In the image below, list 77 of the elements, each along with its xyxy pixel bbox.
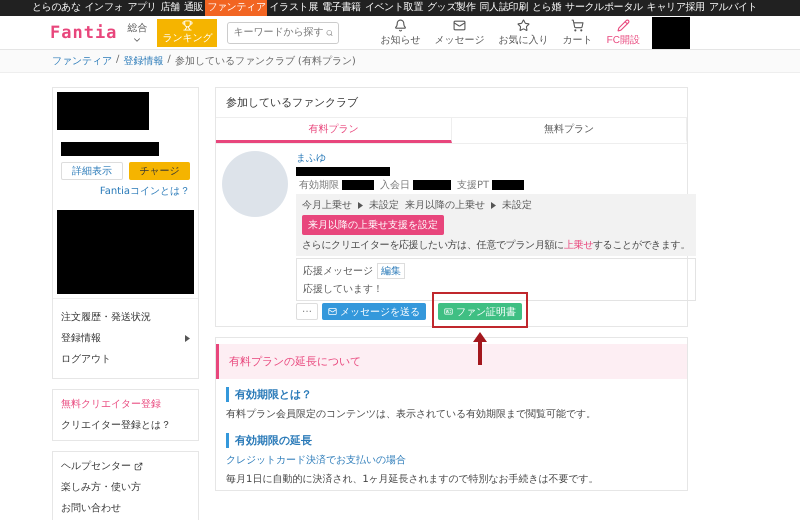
top-nav-link[interactable]: とらのあな — [30, 0, 83, 16]
support-message: 応援しています！ — [303, 282, 384, 296]
sidebar-menu-item[interactable]: 楽しみ方・使い方 — [53, 477, 198, 498]
top-nav-link[interactable]: インフォ — [82, 0, 126, 16]
top-nav-link[interactable]: イラスト展 — [267, 0, 320, 16]
fc-open-button[interactable]: FC開設 — [604, 18, 642, 46]
header-nav-button[interactable]: お知らせ — [378, 18, 423, 46]
edit-button[interactable]: 編集 — [377, 263, 405, 279]
topup-value: 未設定 — [369, 198, 399, 212]
sidebar-menu-item[interactable]: ログアウト — [53, 349, 198, 370]
topup-note: さらにクリエイターを応援したい方は、任意でプラン月額に上乗せすることができます。 — [302, 238, 690, 252]
top-nav-link[interactable]: アプリ — [125, 0, 158, 16]
redacted-block — [492, 180, 524, 190]
redacted-block — [342, 180, 374, 190]
meta-label: 支援PT — [457, 178, 490, 192]
meta-label: 入会日 — [380, 178, 410, 192]
redacted-block — [413, 180, 451, 190]
mail-icon — [453, 18, 466, 32]
sidebar-menu-item[interactable]: ヘルプセンター — [53, 456, 198, 477]
mail-icon — [328, 307, 337, 316]
external-link-icon — [134, 462, 143, 471]
section-heading: 有効期限の延長 — [226, 433, 677, 448]
coin-button[interactable]: チャージ — [128, 162, 190, 180]
up-arrow-icon — [472, 330, 488, 366]
sidebar-menu-item[interactable]: 注文履歴・発送状況 — [53, 307, 198, 328]
cart-icon — [571, 18, 584, 32]
top-nav-link[interactable]: イベント取置 — [362, 0, 425, 16]
topup-value: 未設定 — [502, 198, 532, 212]
sidebar-menu-item[interactable]: クリエイター登録とは？ — [53, 415, 198, 436]
top-nav-link[interactable]: とら婚 — [530, 0, 564, 16]
section-heading: 有効期限とは？ — [226, 387, 677, 402]
search-icon — [326, 28, 334, 38]
section-text: 毎月1日に自動的に決済され、1ヶ月延長されますので特別なお手続きは不要です。 — [226, 472, 600, 486]
breadcrumb-link[interactable]: 登録情報 — [123, 54, 164, 68]
trophy-icon — [182, 20, 193, 31]
coin-button[interactable]: 詳細表示 — [61, 162, 122, 180]
fanclub-name-link[interactable]: まふゆ — [296, 151, 696, 165]
section-banner: 有料プランの延長について — [216, 344, 687, 379]
header-nav-button[interactable]: お気に入り — [496, 18, 551, 46]
bell-icon — [394, 18, 408, 32]
sidebar-menu-item[interactable]: お問い合わせ — [53, 498, 198, 519]
breadcrumb-current: 参加しているファンクラブ (有料プラン) — [174, 54, 356, 68]
top-nav-link[interactable]: グッズ製作 — [424, 0, 478, 16]
id-card-icon — [444, 307, 453, 316]
header-nav-button[interactable]: カート — [560, 18, 595, 46]
sidebar-menu-item[interactable]: 無料クリエイター登録 — [53, 394, 198, 415]
pencil-icon — [616, 18, 630, 32]
sidebar-menu-item[interactable]: 登録情報 — [53, 328, 198, 349]
redacted-block — [652, 16, 690, 48]
top-nav-link[interactable]: 通販 — [182, 0, 206, 16]
subheading-link[interactable]: クレジットカード決済でお支払いの場合 — [226, 453, 677, 467]
breadcrumb-separator: / — [116, 54, 120, 67]
category-dropdown[interactable]: 総合 — [127, 20, 148, 44]
caret-icon — [358, 202, 363, 208]
caret-icon — [491, 202, 496, 208]
breadcrumb-separator: / — [167, 54, 171, 67]
search-field[interactable]: キーワードから探す — [227, 22, 340, 44]
top-nav-link[interactable]: キャリア採用 — [644, 0, 707, 16]
topup-label: 来月以降の上乗せ — [405, 198, 485, 212]
top-nav-link[interactable]: サークルポータル — [563, 0, 645, 16]
star-icon — [517, 18, 530, 32]
message-label: 応援メッセージ — [303, 264, 373, 278]
plan-tab[interactable]: 有料プラン — [216, 118, 452, 143]
top-nav-link[interactable]: アルバイト — [706, 0, 760, 16]
topup-settings-button[interactable]: 来月以降の上乗せ支援を設定 — [302, 215, 444, 235]
fantia-logo[interactable]: Fantia — [50, 22, 118, 42]
meta-label: 有効期限 — [299, 178, 339, 192]
coin-info-link[interactable]: Fantiaコインとは？ — [53, 182, 198, 206]
more-button[interactable]: ··· — [296, 303, 318, 320]
top-nav-link[interactable]: 店舗 — [158, 0, 182, 16]
top-nav-link[interactable]: 電子書籍 — [320, 0, 363, 16]
header-nav-button[interactable]: メッセージ — [432, 18, 487, 46]
topup-label: 今月上乗せ — [302, 198, 352, 212]
breadcrumb-link[interactable]: ファンティア — [52, 54, 112, 68]
top-nav-link[interactable]: 同人誌印刷 — [478, 0, 530, 16]
section-text: 有料プラン会員限定のコンテンツは、表示されている有効期限まで閲覧可能です。 — [226, 408, 597, 421]
caret-icon — [185, 335, 190, 342]
